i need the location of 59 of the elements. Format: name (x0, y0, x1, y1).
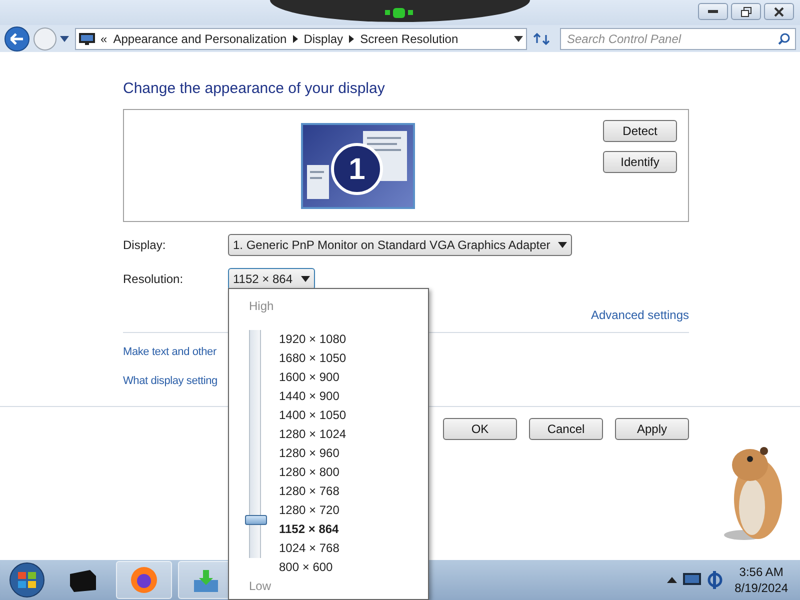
restore-icon (740, 6, 752, 16)
preview-button[interactable]: Detect (603, 120, 677, 142)
resolution-option[interactable]: 1024 × 768 (279, 539, 346, 558)
field-label: Resolution: (123, 271, 184, 288)
dropdown-field[interactable]: 1. Generic PnP Monitor on Standard VGA Graphics Adapter (228, 234, 572, 256)
minimize-button[interactable] (698, 3, 728, 20)
close-button[interactable] (764, 3, 794, 20)
network-tray-icon[interactable] (706, 571, 723, 589)
dialog-button[interactable]: Apply (615, 418, 689, 440)
resolution-option[interactable]: 1600 × 900 (279, 368, 346, 387)
browser-icon[interactable] (129, 565, 159, 595)
resolution-option[interactable]: 1400 × 1050 (279, 406, 346, 425)
help-link[interactable]: What display setting (123, 374, 218, 386)
preview-button[interactable]: Identify (603, 151, 677, 173)
resolution-option[interactable]: 1920 × 1080 (279, 330, 346, 349)
show-hidden-icons-button[interactable] (666, 577, 677, 583)
resolution-option[interactable]: 1280 × 720 (279, 501, 346, 520)
resolution-option[interactable]: 1280 × 960 (279, 444, 346, 463)
history-dropdown-icon[interactable] (60, 36, 69, 42)
caret-icon (300, 276, 310, 282)
monitor-thumbnail[interactable]: 1 (301, 123, 415, 209)
clock-time[interactable]: 3:56 AM (734, 564, 788, 580)
resolution-option[interactable]: 1680 × 1050 (279, 349, 346, 368)
back-button[interactable] (4, 26, 30, 52)
resolution-option[interactable]: 1280 × 768 (279, 482, 346, 501)
minimize-icon (708, 10, 718, 14)
breadcrumb-item[interactable]: Appearance and Personalization (113, 30, 287, 48)
resolution-slider-thumb[interactable] (245, 515, 267, 526)
resolution-option[interactable]: 800 × 600 (279, 558, 346, 577)
dialog-button[interactable]: Cancel (529, 418, 603, 440)
caret-icon (558, 242, 568, 248)
breadcrumb-item[interactable]: Display (304, 30, 344, 48)
dropdown-arrow-icon[interactable] (514, 36, 524, 42)
resolution-option[interactable]: 1280 × 800 (279, 463, 346, 482)
high-label: High (249, 298, 275, 315)
clock-date[interactable]: 8/19/2024 (734, 580, 788, 596)
search-field[interactable]: Search Control Panel (560, 28, 796, 50)
resolution-option[interactable]: 1152 × 864 (279, 520, 346, 539)
field-label: Display: (123, 237, 167, 254)
monitor-number: 1 (331, 143, 383, 195)
overflow-chevron[interactable]: « (100, 30, 108, 48)
status-light-icon (385, 8, 415, 20)
resolution-option[interactable]: 1280 × 1024 (279, 425, 346, 444)
search-icon (778, 32, 790, 44)
dialog-button[interactable]: OK (443, 418, 517, 440)
close-icon (774, 6, 784, 16)
breadcrumb-item[interactable]: Screen Resolution (360, 30, 458, 48)
advanced-settings-link[interactable]: Advanced settings (590, 306, 689, 324)
page-heading: Change the appearance of your display (123, 80, 386, 98)
restore-button[interactable] (731, 3, 761, 20)
window-thumbnail-icon (307, 165, 329, 199)
monitor-icon (78, 32, 95, 44)
low-label: Low (249, 578, 272, 595)
breadcrumb-arrow-icon[interactable] (292, 34, 298, 42)
breadcrumb-arrow-icon[interactable] (349, 34, 354, 42)
resolution-option[interactable]: 1440 × 900 (279, 387, 346, 406)
dropdown-field[interactable]: 1152 × 864 (228, 268, 315, 290)
monitor-tray-icon[interactable] (682, 573, 701, 587)
help-link[interactable]: Make text and other (123, 346, 216, 358)
